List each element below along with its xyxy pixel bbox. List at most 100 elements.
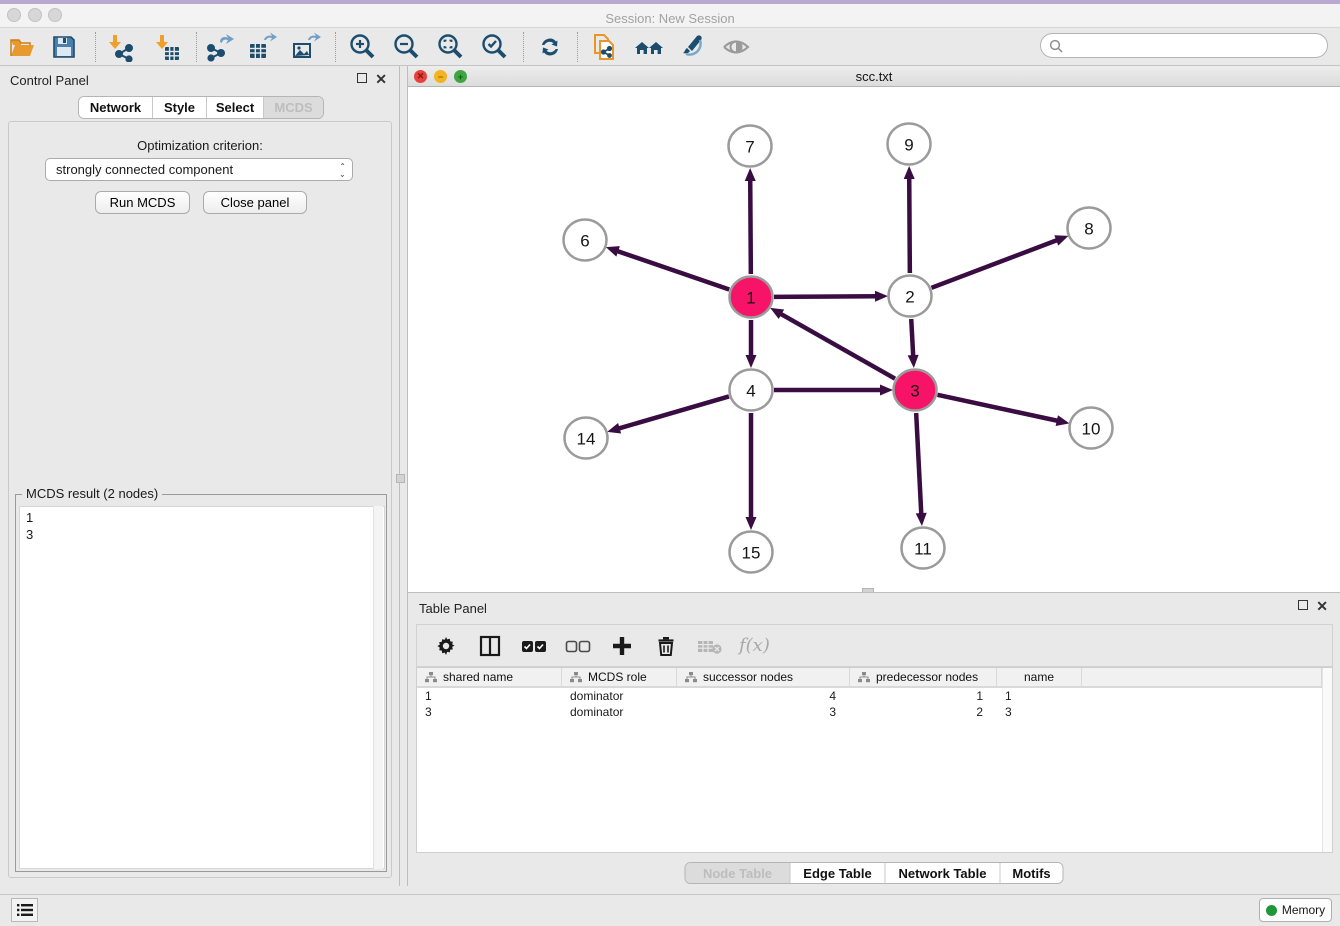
import-table-icon[interactable] [150,32,182,62]
graph-edge-2-9[interactable] [909,176,910,273]
graph-node-15[interactable]: 15 [730,532,773,573]
graph-node-1[interactable]: 1 [730,277,773,318]
mcds-result-title: MCDS result (2 nodes) [22,486,162,501]
zoom-in-icon[interactable] [346,32,378,62]
search-field[interactable] [1040,33,1328,58]
network-frame-titlebar[interactable]: ✕ − + scc.txt [408,66,1340,87]
export-image-icon[interactable] [290,32,322,62]
table-cell[interactable]: 2 [850,704,997,720]
graph-edge-4-14[interactable] [617,396,729,429]
graph-node-10[interactable]: 10 [1070,408,1113,449]
control-panel-float-icon[interactable] [357,72,367,86]
column-header-successor-nodes[interactable]: successor nodes [677,668,850,686]
memory-button[interactable]: Memory [1259,898,1332,922]
arrowhead-icon [880,385,893,396]
graph-node-3[interactable]: 3 [894,370,937,411]
graph-edge-3-11[interactable] [916,413,921,516]
close-panel-button[interactable]: Close panel [203,191,307,214]
column-type-icon [570,672,582,683]
graph-edge-1-6[interactable] [615,250,729,289]
export-table-icon[interactable] [246,32,278,62]
night-mode-eye-icon[interactable] [720,32,752,62]
refresh-layout-icon[interactable] [534,32,566,62]
table-cell[interactable]: dominator [562,704,677,720]
run-mcds-button[interactable]: Run MCDS [95,191,190,214]
graphics-details-icon[interactable] [676,32,708,62]
table-cell[interactable]: 1 [417,688,562,704]
status-menu-button[interactable] [11,898,38,922]
tab-node-table[interactable]: Node Table [686,863,791,883]
table-cell[interactable]: 1 [997,688,1082,704]
table-panel-close-icon[interactable]: ✕ [1316,599,1328,613]
column-header-label: shared name [443,670,513,684]
network-canvas[interactable]: 7 9 6 8 1 2 4 3 14 10 15 11 [408,87,1339,592]
mcds-result-scrollbar[interactable] [373,506,383,869]
tab-network[interactable]: Network [79,97,153,118]
graph-node-9[interactable]: 9 [888,124,931,165]
home-views-icon[interactable] [633,32,665,62]
column-header-name[interactable]: name [997,668,1082,686]
table-row[interactable]: 1dominator411 [417,688,1332,704]
mcds-result-textarea[interactable]: 13 [19,506,385,869]
column-header-MCDS-role[interactable]: MCDS role [562,668,677,686]
table-panel-float-icon[interactable] [1298,599,1308,613]
show-columns-icon[interactable] [475,631,505,661]
tab-select[interactable]: Select [207,97,264,118]
zoom-selected-icon[interactable] [478,32,510,62]
node-table[interactable]: shared name MCDS role successor nodes prede… [416,667,1333,853]
graph-node-2[interactable]: 2 [889,276,932,317]
import-network-icon[interactable] [103,32,135,62]
table-cell[interactable]: 3 [677,704,850,720]
result-line: 3 [26,526,384,543]
duplicate-network-icon[interactable] [589,32,621,62]
graph-node-8[interactable]: 8 [1068,208,1111,249]
graph-edge-3-1[interactable] [779,313,895,379]
table-cell[interactable]: 3 [417,704,562,720]
delete-row-trash-icon[interactable] [651,631,681,661]
graph-node-14[interactable]: 14 [565,418,608,459]
zoom-out-icon[interactable] [390,32,422,62]
graph-node-6[interactable]: 6 [564,220,607,261]
tab-mcds[interactable]: MCDS [264,97,323,118]
graph-node-4[interactable]: 4 [730,370,773,411]
graph-edge-3-10[interactable] [937,395,1059,421]
graph-edge-1-7[interactable] [750,178,751,274]
function-builder-icon: f(x) [739,631,770,661]
table-cell[interactable]: 3 [997,704,1082,720]
search-input[interactable] [1067,36,1327,56]
table-cell[interactable]: 4 [677,688,850,704]
table-cell[interactable]: 1 [850,688,997,704]
select-all-checkboxes-icon[interactable] [519,631,549,661]
arrowhead-icon [916,513,927,526]
table-scrollbar[interactable] [1322,668,1332,852]
graph-node-7[interactable]: 7 [729,126,772,167]
tab-motifs[interactable]: Motifs [1001,863,1063,883]
add-row-icon[interactable] [607,631,637,661]
tab-network-table[interactable]: Network Table [886,863,1001,883]
column-header-predecessor-nodes[interactable]: predecessor nodes [850,668,997,686]
column-type-icon [858,672,870,683]
tab-style[interactable]: Style [153,97,207,118]
arrowhead-icon [746,517,757,530]
graph-node-11[interactable]: 11 [902,528,945,569]
table-row[interactable]: 3dominator323 [417,704,1332,720]
graph-edge-1-2[interactable] [774,296,878,297]
column-header-label: predecessor nodes [876,670,978,684]
save-session-icon[interactable] [48,32,80,62]
vertical-splitter-grip[interactable] [396,474,405,483]
graph-node-label: 8 [1084,220,1093,239]
zoom-fit-icon[interactable] [434,32,466,62]
tab-edge-table[interactable]: Edge Table [791,863,886,883]
control-panel-close-icon[interactable]: ✕ [375,72,387,86]
graph-edge-2-8[interactable] [932,239,1060,287]
settings-gear-icon[interactable] [431,631,461,661]
column-header-shared-name[interactable]: shared name [417,668,562,686]
arrowhead-icon [1056,415,1070,426]
graph-edge-2-3[interactable] [911,319,913,358]
column-header-label: MCDS role [588,670,647,684]
criterion-dropdown[interactable]: strongly connected component ⌃⌃ [45,158,353,181]
export-network-icon[interactable] [203,32,235,62]
table-cell[interactable]: dominator [562,688,677,704]
deselect-all-checkboxes-icon[interactable] [563,631,593,661]
open-folder-icon[interactable] [6,32,38,62]
